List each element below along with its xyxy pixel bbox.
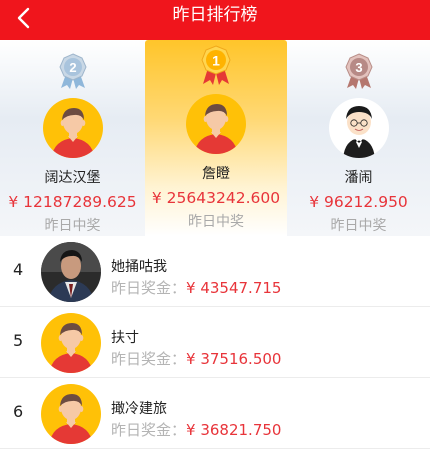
- prize-line: 昨日奖金：¥ 37516.500: [111, 348, 281, 369]
- avatar[interactable]: [43, 98, 103, 158]
- avatar[interactable]: [329, 98, 389, 158]
- bronze-medal-icon: 3: [342, 52, 376, 94]
- list-item[interactable]: 6 撖冷建旅 昨日奖金：¥ 36821.750: [0, 378, 430, 449]
- podium-third-place[interactable]: 3 潘闹 ¥ 96212.950 昨日中奖: [287, 40, 430, 236]
- prize-caption: 昨日中奖: [188, 214, 244, 230]
- svg-text:2: 2: [69, 60, 76, 75]
- winner-name: 阔达汉堡: [44, 170, 101, 186]
- winner-name: 扶寸: [111, 330, 139, 346]
- prize-amount: ¥ 37516.500: [186, 350, 282, 368]
- ranking-list: 4 她捅咕我 昨日奖金：¥ 43547.715 5 扶寸 昨日奖金：¥ 3751…: [0, 236, 430, 449]
- page-title: 昨日排行榜: [172, 5, 258, 25]
- winner-name: 詹瞪: [202, 166, 230, 182]
- prize-line: 昨日奖金：¥ 36821.750: [111, 419, 281, 440]
- prize-label: 昨日奖金：: [111, 279, 187, 297]
- winner-name: 她捅咕我: [111, 259, 167, 275]
- svg-text:3: 3: [355, 60, 362, 75]
- winner-name: 撖冷建旅: [111, 401, 167, 417]
- avatar[interactable]: [41, 313, 101, 373]
- prize-line: 昨日奖金：¥ 43547.715: [111, 277, 281, 298]
- rank-number: 6: [13, 402, 24, 421]
- svg-text:1: 1: [212, 53, 220, 69]
- rank-number: 4: [13, 260, 24, 279]
- gold-medal-icon: 1: [198, 44, 234, 90]
- list-item[interactable]: 4 她捅咕我 昨日奖金：¥ 43547.715: [0, 236, 430, 307]
- prize-amount: ¥ 96212.950: [309, 193, 408, 211]
- rank-number: 5: [13, 331, 24, 350]
- avatar[interactable]: [41, 242, 101, 302]
- prize-amount: ¥ 43547.715: [186, 279, 282, 297]
- prize-caption: 昨日中奖: [44, 218, 101, 234]
- silver-medal-icon: 2: [56, 52, 90, 94]
- avatar[interactable]: [186, 94, 246, 154]
- avatar[interactable]: [41, 384, 101, 444]
- prize-label: 昨日奖金：: [111, 350, 187, 368]
- winner-name: 潘闹: [344, 170, 373, 186]
- prize-amount: ¥ 36821.750: [186, 421, 282, 439]
- list-item[interactable]: 5 扶寸 昨日奖金：¥ 37516.500: [0, 307, 430, 378]
- podium-second-place[interactable]: 2 阔达汉堡 ¥ 12187289.625 昨日中奖: [0, 40, 145, 236]
- header-bar: 昨日排行榜: [0, 0, 430, 40]
- prize-amount: ¥ 25643242.600: [151, 189, 281, 207]
- prize-label: 昨日奖金：: [111, 421, 187, 439]
- top-three-podium: 2 阔达汉堡 ¥ 12187289.625 昨日中奖 1 詹瞪 ¥ 256432…: [0, 40, 430, 236]
- prize-amount: ¥ 12187289.625: [8, 193, 137, 211]
- prize-caption: 昨日中奖: [330, 218, 387, 234]
- podium-first-place[interactable]: 1 詹瞪 ¥ 25643242.600 昨日中奖: [145, 40, 287, 236]
